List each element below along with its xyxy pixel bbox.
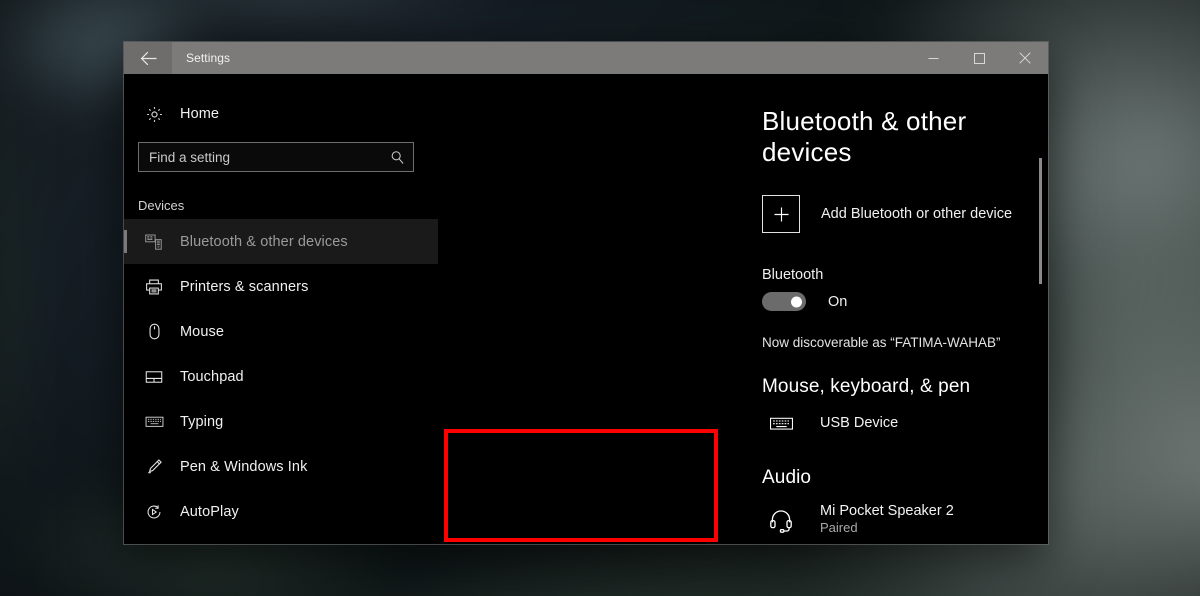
search-box[interactable] (138, 142, 414, 172)
sidebar-item-pen-windows-ink[interactable]: Pen & Windows Ink (124, 444, 438, 489)
bluetooth-toggle[interactable] (762, 292, 806, 311)
search-icon (390, 150, 405, 165)
window-titlebar: Settings (124, 42, 1048, 74)
add-bluetooth-device-button[interactable]: Add Bluetooth or other device (762, 195, 1018, 233)
device-row-mi-pocket-speaker-2[interactable]: Mi Pocket Speaker 2 Paired (762, 502, 1018, 537)
desktop: Settings Home Find a setting Devices Blu… (0, 0, 1200, 596)
sidebar-item-autoplay[interactable]: AutoPlay (124, 489, 438, 534)
sidebar-item-label: Bluetooth & other devices (180, 233, 348, 250)
sidebar-group-label: Devices (138, 198, 185, 213)
close-icon[interactable] (1002, 42, 1048, 74)
pen-icon (138, 457, 170, 476)
content-scrollbar[interactable] (1034, 74, 1048, 544)
window-title: Settings (186, 51, 231, 65)
content-inner: Add Bluetooth or other device Bluetooth … (762, 195, 1048, 537)
keyboard-icon (138, 412, 170, 431)
device-name: Mi Pocket Speaker 2 (820, 503, 954, 519)
maximize-icon[interactable] (956, 42, 1002, 74)
sidebar-item-label: Mouse (180, 323, 225, 340)
keyboard-icon (762, 411, 800, 436)
content-pane: Bluetooth & other devices Add Bluetooth … (438, 74, 1048, 544)
headset-icon (762, 507, 800, 533)
page-title: Bluetooth & other devices (762, 106, 967, 167)
minimize-icon[interactable] (910, 42, 956, 74)
sidebar-item-touchpad[interactable]: Touchpad (124, 354, 438, 399)
gear-icon (138, 106, 170, 123)
toggle-thumb (791, 296, 802, 307)
discoverable-text: Now discoverable as “FATIMA-WAHAB” (762, 335, 1001, 350)
sidebar-item-label: Touchpad (180, 368, 244, 385)
bluetooth-label: Bluetooth (762, 267, 824, 283)
sidebar-item-printers-scanners[interactable]: Printers & scanners (124, 264, 438, 309)
bluetooth-devices-icon (138, 233, 170, 251)
mouse-icon (138, 323, 170, 340)
plus-icon (762, 195, 800, 233)
device-row-usb-device[interactable]: USB Device (762, 411, 1018, 436)
scrollbar-thumb[interactable] (1039, 158, 1042, 284)
device-text: USB Device (820, 414, 898, 432)
sidebar-item-label: Typing (180, 413, 224, 430)
sidebar-item-label: AutoPlay (180, 503, 239, 520)
device-text: Mi Pocket Speaker 2 Paired (820, 502, 954, 537)
sidebar-item-typing[interactable]: Typing (124, 399, 438, 444)
sidebar-item-mouse[interactable]: Mouse (124, 309, 438, 354)
back-arrow-icon[interactable] (124, 42, 172, 74)
window-controls (910, 42, 1048, 74)
sidebar: Home Devices (124, 74, 438, 544)
bluetooth-toggle-state: On (828, 293, 848, 310)
window-body: Home Devices (124, 74, 1048, 544)
device-name: USB Device (820, 415, 899, 432)
search-input[interactable] (149, 149, 390, 165)
settings-window: Settings Home Find a setting Devices Blu… (124, 42, 1048, 544)
printer-icon (138, 278, 170, 296)
section-heading-mouse-keyboard-pen: Mouse, keyboard, & pen (762, 376, 971, 397)
autoplay-icon (138, 503, 170, 521)
sidebar-item-label: Home (180, 106, 220, 122)
bluetooth-toggle-row[interactable]: On (762, 292, 1018, 311)
sidebar-item-label: Printers & scanners (180, 278, 309, 295)
touchpad-icon (138, 368, 170, 386)
section-heading-audio: Audio (762, 467, 812, 488)
sidebar-item-label: Pen & Windows Ink (180, 458, 308, 475)
sidebar-item-bluetooth-other-devices[interactable]: Bluetooth & other devices (124, 219, 438, 264)
sidebar-item-home[interactable]: Home (124, 92, 438, 136)
device-status: Paired (820, 520, 858, 536)
add-device-label: Add Bluetooth or other device (821, 206, 1013, 222)
